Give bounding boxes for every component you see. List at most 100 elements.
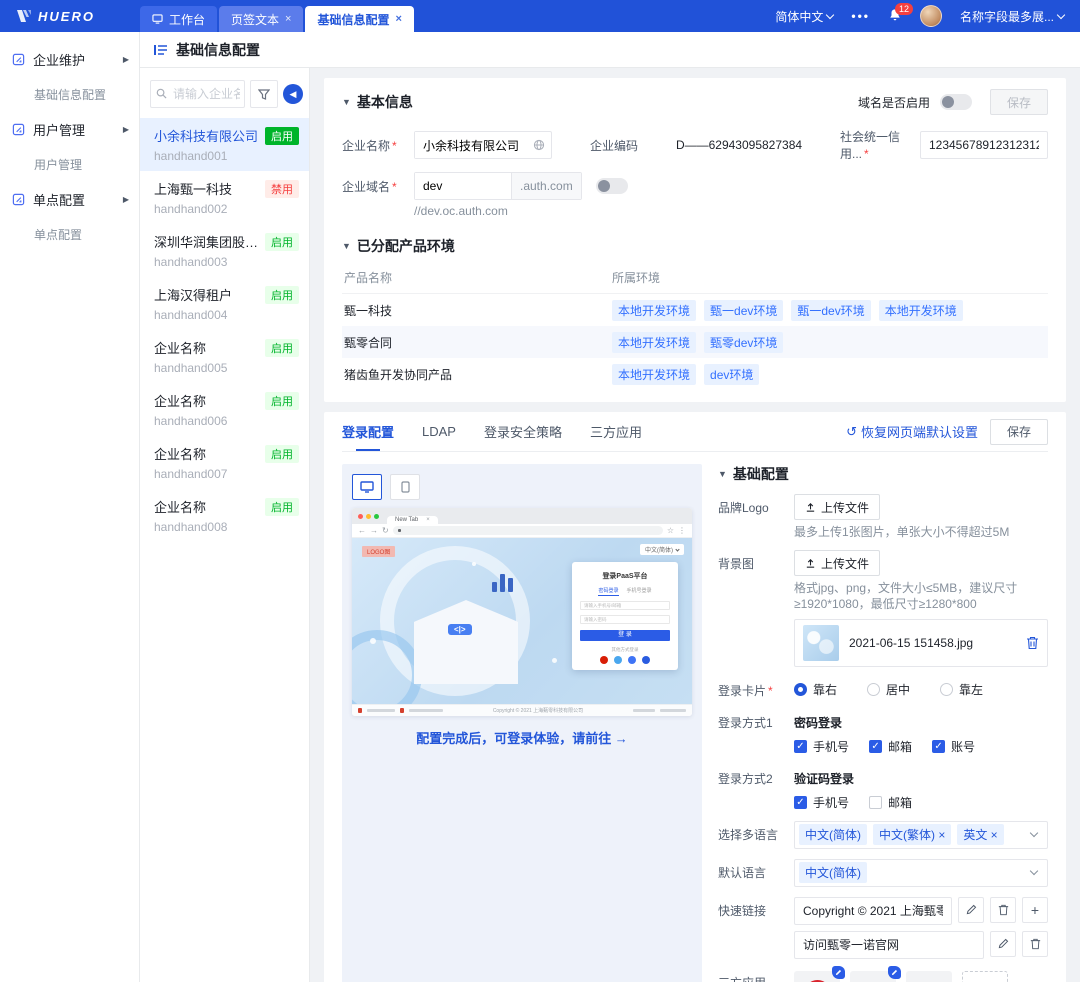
- lang-tag-closable[interactable]: 英文 ×: [957, 824, 1003, 845]
- company-list-item[interactable]: 上海甄一科技禁用 handhand002: [140, 171, 309, 224]
- radio-align-center[interactable]: 居中: [867, 681, 910, 698]
- checkbox-email[interactable]: ✓邮箱: [869, 738, 912, 755]
- sidenav-group-enterprise[interactable]: 企业维护 ▶: [0, 40, 139, 78]
- domain-switch[interactable]: [596, 178, 628, 194]
- company-list-item[interactable]: 小余科技有限公司启用 handhand001: [140, 118, 309, 171]
- env-tag[interactable]: 本地开发环境: [879, 300, 963, 321]
- trash-icon[interactable]: [1026, 636, 1039, 650]
- brand-logo-hint: 最多上传1张图片，单张大小不得超过5M: [794, 524, 1048, 540]
- brand-logo-icon: [16, 9, 32, 23]
- filter-button[interactable]: [250, 80, 278, 108]
- tab-thirdparty[interactable]: 三方应用: [590, 412, 642, 451]
- close-icon[interactable]: ×: [285, 13, 291, 25]
- funnel-icon: [258, 89, 270, 100]
- tab-label: 工作台: [169, 11, 205, 28]
- user-menu[interactable]: 名称字段最多展...: [960, 8, 1064, 25]
- close-icon[interactable]: ×: [395, 13, 401, 25]
- preview-other-login: 其他方式登录: [580, 647, 670, 653]
- collapse-panel-button[interactable]: ◀: [283, 84, 303, 104]
- status-badge: 启用: [265, 445, 299, 463]
- notification-bell[interactable]: 12: [888, 8, 902, 25]
- lang-tag-closable[interactable]: 中文(繁体) ×: [873, 824, 951, 845]
- env-tag[interactable]: 本地开发环境: [612, 364, 696, 385]
- method2-type: 验证码登录: [794, 765, 1048, 787]
- checkbox-phone[interactable]: ✓手机号: [794, 794, 849, 811]
- tab-login-security[interactable]: 登录安全策略: [484, 412, 562, 451]
- experience-login-link[interactable]: 配置完成后，可登录体验，请前往 →: [352, 728, 692, 747]
- login-card-position-label: 登录卡片*: [718, 677, 794, 699]
- page-title-icon: [154, 44, 168, 56]
- pencil-icon: [998, 938, 1009, 949]
- company-name-input[interactable]: [415, 132, 533, 158]
- product-name: 甄零合同: [342, 334, 612, 351]
- product-env-section-header[interactable]: ▼已分配产品环境: [342, 236, 1048, 256]
- tab-basic-info-config[interactable]: 基础信息配置 ×: [305, 6, 413, 32]
- domain-input[interactable]: [415, 173, 511, 199]
- basic-info-save-button[interactable]: 保存: [990, 89, 1048, 115]
- checkbox-account[interactable]: ✓账号: [932, 738, 975, 755]
- tab-workbench[interactable]: 工作台: [140, 6, 217, 32]
- base-config-section-header[interactable]: ▼基础配置: [718, 464, 1048, 484]
- company-list-item[interactable]: 深圳华润集团股份有...启用 handhand003: [140, 224, 309, 277]
- company-list-item[interactable]: 企业名称启用 handhand006: [140, 383, 309, 436]
- star-icon: ☆: [667, 526, 674, 535]
- upload-logo-button[interactable]: 上传文件: [794, 494, 880, 520]
- user-avatar[interactable]: [920, 5, 942, 27]
- default-lang-select[interactable]: 中文(简体): [794, 859, 1048, 887]
- login-card-position-group: 靠右 居中 靠左: [794, 677, 1048, 698]
- quicklink-input[interactable]: [794, 931, 984, 959]
- credit-code-input[interactable]: [920, 131, 1048, 159]
- more-menu[interactable]: •••: [851, 9, 870, 23]
- tab-ldap[interactable]: LDAP: [422, 412, 456, 451]
- env-tag[interactable]: 甄零dev环境: [704, 332, 783, 353]
- app-tile-dingtalk[interactable]: [906, 971, 952, 982]
- mobile-preview-button[interactable]: [390, 474, 420, 500]
- edit-badge-icon[interactable]: [888, 966, 901, 979]
- edit-quicklink-button[interactable]: [958, 897, 984, 923]
- upload-background-button[interactable]: 上传文件: [794, 550, 880, 576]
- desktop-preview-button[interactable]: [352, 474, 382, 500]
- login-config-save-button[interactable]: 保存: [990, 419, 1048, 445]
- env-tag[interactable]: dev环境: [704, 364, 759, 385]
- checkbox-phone[interactable]: ✓手机号: [794, 738, 849, 755]
- company-list-item[interactable]: 企业名称启用 handhand008: [140, 489, 309, 542]
- edit-badge-icon[interactable]: [832, 966, 845, 979]
- app-tile-wecom[interactable]: [850, 971, 896, 982]
- domain-enable-toggle[interactable]: [940, 94, 972, 110]
- sidenav-item-sso[interactable]: 单点配置: [0, 218, 139, 250]
- quicklink-input[interactable]: [794, 897, 952, 925]
- tab-login-config[interactable]: 登录配置: [342, 412, 394, 451]
- collapse-triangle-icon: ▼: [342, 97, 351, 107]
- checkbox-icon: ✓: [869, 740, 882, 753]
- language-selector[interactable]: 简体中文: [775, 8, 833, 25]
- radio-align-right[interactable]: 靠右: [794, 681, 837, 698]
- env-tag[interactable]: 甄一dev环境: [791, 300, 870, 321]
- company-list-item[interactable]: 上海汉得租户启用 handhand004: [140, 277, 309, 330]
- logo-placeholder-badge: LOGO图: [362, 546, 395, 557]
- sidenav-item-basic-info[interactable]: 基础信息配置: [0, 78, 139, 110]
- sidenav-item-user-mgmt[interactable]: 用户管理: [0, 148, 139, 180]
- company-list-item[interactable]: 企业名称启用 handhand007: [140, 436, 309, 489]
- topbar-right: 简体中文 ••• 12 名称字段最多展...: [759, 0, 1080, 32]
- delete-quicklink-button[interactable]: [990, 897, 1016, 923]
- sidenav-group-users[interactable]: 用户管理 ▶: [0, 110, 139, 148]
- enterprise-icon: [12, 53, 25, 66]
- edit-quicklink-button[interactable]: [990, 931, 1016, 957]
- company-name: 上海甄一科技: [154, 179, 261, 198]
- app-tile-gitee[interactable]: G: [794, 971, 840, 982]
- restore-default-link[interactable]: ↺恢复网页端默认设置: [846, 422, 978, 441]
- company-list-item[interactable]: 企业名称启用 handhand005: [140, 330, 309, 383]
- tab-page-text[interactable]: 页签文本 ×: [219, 6, 303, 32]
- basic-info-section-header[interactable]: ▼基本信息: [342, 92, 413, 112]
- radio-align-left[interactable]: 靠左: [940, 681, 983, 698]
- checkbox-email[interactable]: 邮箱: [869, 794, 912, 811]
- delete-quicklink-button[interactable]: [1022, 931, 1048, 957]
- env-tag[interactable]: 本地开发环境: [612, 300, 696, 321]
- env-tag[interactable]: 甄一dev环境: [704, 300, 783, 321]
- trash-icon: [1030, 938, 1041, 950]
- add-quicklink-button[interactable]: +: [1022, 897, 1048, 923]
- multilang-select[interactable]: 中文(简体) 中文(繁体) × 英文 ×: [794, 821, 1048, 849]
- sidenav-group-sso[interactable]: 单点配置 ▶: [0, 180, 139, 218]
- env-tag[interactable]: 本地开发环境: [612, 332, 696, 353]
- add-app-button[interactable]: +: [962, 971, 1008, 982]
